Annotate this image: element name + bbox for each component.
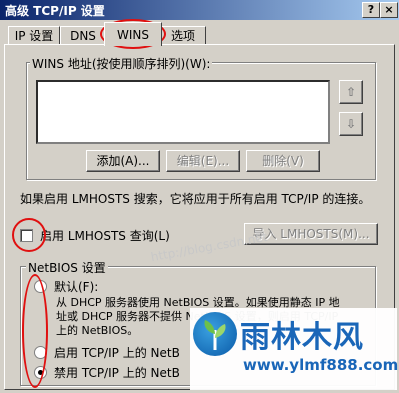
wins-address-list[interactable]	[36, 80, 330, 144]
move-down-button[interactable]: ⇩	[339, 112, 363, 136]
tab-ip-settings[interactable]: IP 设置	[8, 26, 60, 45]
title-bar[interactable]: 高级 TCP/IP 设置 ? ×	[0, 0, 399, 20]
netbios-group-label: NetBIOS 设置	[26, 259, 108, 276]
arrow-down-icon: ⇩	[345, 117, 357, 131]
window-title: 高级 TCP/IP 设置	[5, 4, 105, 18]
enable-lmhosts-label[interactable]: 启用 LMHOSTS 查询(L)	[40, 227, 170, 244]
edit-button[interactable]: 编辑(E)...	[166, 150, 240, 172]
close-button[interactable]: ×	[380, 2, 398, 18]
checkbox-highlight	[12, 218, 46, 252]
logo-url: www.ylmf888.com	[243, 356, 399, 374]
wins-address-label: WINS 地址(按使用顺序排列)(W):	[30, 55, 213, 72]
radio-group-highlight	[22, 274, 48, 388]
move-up-button[interactable]: ⇧	[339, 80, 363, 104]
help-button[interactable]: ?	[362, 2, 380, 18]
netbios-disable-label[interactable]: 禁用 TCP/IP 上的 NetB	[54, 364, 180, 381]
logo-title: 雨林木风	[240, 320, 364, 355]
netbios-default-desc-3: 上的 NetBIOS。	[56, 324, 139, 337]
tab-wins[interactable]: WINS	[104, 22, 162, 46]
netbios-enable-label[interactable]: 启用 TCP/IP 上的 NetB	[54, 344, 180, 361]
tab-dns[interactable]: DNS	[60, 26, 106, 45]
delete-button[interactable]: 删除(V)	[246, 150, 320, 172]
tab-options[interactable]: 选项	[160, 26, 206, 45]
netbios-default-label[interactable]: 默认(F):	[54, 278, 98, 295]
arrow-up-icon: ⇧	[345, 85, 357, 99]
logo-icon	[193, 312, 237, 356]
add-button[interactable]: 添加(A)...	[86, 150, 160, 172]
lmhosts-info-text: 如果启用 LMHOSTS 搜索，它将应用于所有启用 TCP/IP 的连接。	[20, 192, 371, 206]
